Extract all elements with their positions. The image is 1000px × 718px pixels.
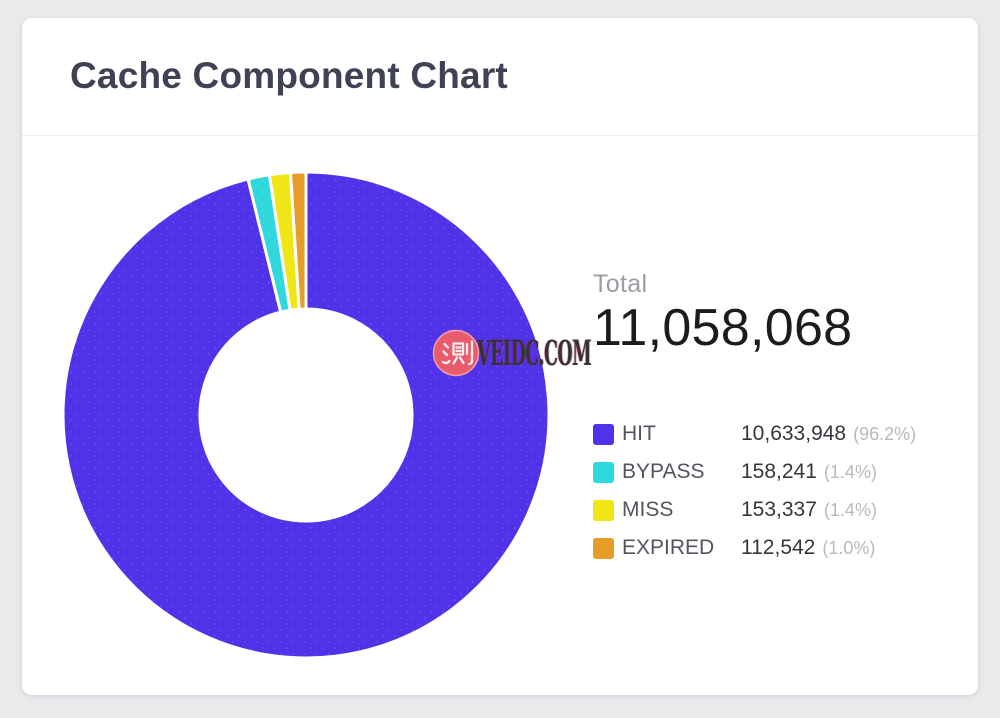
legend-percentage: (1.4%): [823, 499, 877, 520]
legend-swatch-expired-icon: [593, 537, 614, 559]
legend-label: BYPASS: [622, 460, 705, 483]
legend-label: EXPIRED: [622, 536, 715, 559]
legend-swatch-miss-icon: [593, 499, 614, 521]
legend-value: 10,633,948: [741, 422, 847, 445]
legend-value: 112,542: [741, 536, 816, 559]
legend-percentage: (96.2%): [853, 423, 917, 444]
legend-value: 153,337: [741, 498, 817, 521]
page: { "window": { "background_color": "#EAEA…: [0, 0, 1000, 718]
legend-label: MISS: [622, 498, 674, 521]
legend-row-miss[interactable]: MISS 153,337 (1.4%): [593, 491, 916, 529]
page-title: Cache Component Chart: [70, 55, 508, 96]
total-label: Total: [593, 270, 648, 298]
legend-percentage: (1.0%): [822, 537, 876, 558]
card-header: Cache Component Chart: [22, 18, 978, 136]
legend-row-bypass[interactable]: BYPASS 158,241 (1.4%): [593, 453, 916, 491]
legend-label: HIT: [622, 422, 656, 445]
chart-legend: HIT 10,633,948 (96.2%) BYPASS 158,241 (1.4%) M…: [593, 415, 916, 567]
legend-value: 158,241: [741, 460, 817, 483]
legend-row-hit[interactable]: HIT 10,633,948 (96.2%): [593, 415, 916, 453]
legend-swatch-hit-icon: [593, 423, 614, 445]
legend-row-expired[interactable]: EXPIRED 112,542 (1.0%): [593, 529, 916, 567]
legend-swatch-bypass-icon: [593, 461, 614, 483]
cache-chart-card: Cache Component Chart VEIDC.COM Total 11…: [22, 18, 978, 695]
donut-chart: [62, 171, 550, 659]
total-value: 11,058,068: [593, 299, 853, 357]
legend-percentage: (1.4%): [823, 461, 877, 482]
